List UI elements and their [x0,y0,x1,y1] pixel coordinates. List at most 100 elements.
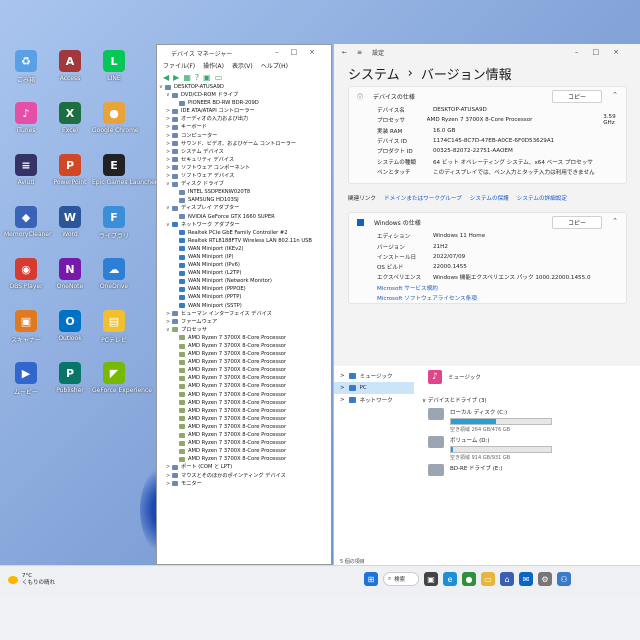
tree-node[interactable]: AMD Ryzen 7 3700X 8-Core Processor [159,423,331,431]
drives-section-heading[interactable]: ∨ デバイスとドライブ (3) [422,396,487,404]
tree-node[interactable]: AMD Ryzen 7 3700X 8-Core Processor [159,439,331,447]
tree-node[interactable]: AMD Ryzen 7 3700X 8-Core Processor [159,382,331,390]
tree-node[interactable]: WAN Miniport (PPPOE) [159,285,331,293]
windows-spec-header[interactable]: Windows の仕様 コピー ⌃ [349,213,626,231]
edge-icon[interactable]: e [443,572,457,586]
copy-button[interactable]: コピー [552,90,602,103]
tree-node[interactable]: > モニター [159,480,331,488]
desktop-icon[interactable]: X Excel [48,102,92,134]
tree-node[interactable]: > サウンド、ビデオ、およびゲーム コントローラー [159,140,331,148]
tree-node[interactable]: ∨ DESKTOP-ATUSA9D [159,83,331,91]
tree-node[interactable]: AMD Ryzen 7 3700X 8-Core Processor [159,431,331,439]
tree-node[interactable]: AMD Ryzen 7 3700X 8-Core Processor [159,350,331,358]
tree-node[interactable]: > ヒューマン インターフェイス デバイス [159,310,331,318]
device-spec-header[interactable]: ⓘ デバイスの仕様 コピー ⌃ [349,87,626,105]
tree-node[interactable]: Realtek PCIe GbE Family Controller #2 [159,229,331,237]
settings-window[interactable]: ← ≡ 設定 –□× システム › バージョン情報 ⓘ デバイスの仕様 コピー … [333,44,640,366]
tree-node[interactable]: INTEL SSDPEKNW020T8 [159,188,331,196]
chrome-icon[interactable]: ● [462,572,476,586]
file-explorer-window[interactable]: > ミュージック > PC > ネットワーク ♪ ミュージック ∨ デバイスとドライブ (… [333,366,640,565]
chevron-up-icon[interactable]: ⌃ [612,91,618,99]
tree-node[interactable]: WAN Miniport (PPTP) [159,293,331,301]
tree-node[interactable]: WAN Miniport (IKEv2) [159,245,331,253]
tree-node[interactable]: Realtek RTL8188FTV Wireless LAN 802.11n … [159,237,331,245]
weather-widget[interactable]: 7°C くもりの晴れ [8,573,55,587]
tree-node[interactable]: WAN Miniport (IP) [159,253,331,261]
window-controls[interactable]: –□× [275,48,327,56]
file-explorer-icon[interactable]: ▭ [481,572,495,586]
music-folder[interactable]: ♪ ミュージック [428,370,481,384]
settings-titlebar[interactable]: ← ≡ 設定 –□× [334,44,640,60]
nav-item[interactable]: > ミュージック [334,370,414,382]
tree-node[interactable]: > ソフトウェア デバイス [159,172,331,180]
tree-node[interactable]: AMD Ryzen 7 3700X 8-Core Processor [159,374,331,382]
chevron-right-icon[interactable]: > [340,397,345,403]
breadcrumb-root[interactable]: システム [348,64,400,83]
desktop-icon[interactable]: P Publisher [48,362,92,394]
tree-node[interactable]: > ソフトウェア コンポーネント [159,164,331,172]
tree-node[interactable]: AMD Ryzen 7 3700X 8-Core Processor [159,342,331,350]
tree-node[interactable]: > システム デバイス [159,148,331,156]
tree-node[interactable]: AMD Ryzen 7 3700X 8-Core Processor [159,358,331,366]
window-controls[interactable]: –□× [575,48,633,56]
tree-node[interactable]: AMD Ryzen 7 3700X 8-Core Processor [159,407,331,415]
forward-icon[interactable]: ▶ [173,73,179,82]
desktop-icon[interactable]: N OneNote [48,258,92,290]
tree-node[interactable]: > ファームウェア [159,318,331,326]
task-view-icon[interactable]: ▣ [424,572,438,586]
desktop-icon[interactable]: ◆ MemoryCleaner [4,206,52,238]
service-agreement-link[interactable]: Microsoft サービス規約 [349,283,626,293]
tree-node[interactable]: > IDE ATA/ATAPI コントローラー [159,107,331,115]
drive-item[interactable]: BD-RE ドライブ (E:) [428,464,558,476]
desktop-icon[interactable]: ☁ OneDrive [92,258,136,290]
link-domain[interactable]: ドメインまたはワークグループ [384,194,462,202]
settings-gear-icon[interactable]: ⚙ [538,572,552,586]
tree-node[interactable]: ∨ ディスプレイ アダプター [159,204,331,212]
hamburger-icon[interactable]: ≡ [357,49,362,56]
help-icon[interactable]: ? [195,73,199,82]
desktop-icon[interactable]: ● Google Chrome [92,102,139,134]
tree-node[interactable]: > マウスとそのほかのポインティング デバイス [159,472,331,480]
desktop-icon[interactable]: E Epic Games Launcher [92,154,157,186]
desktop-icon[interactable]: W Word [48,206,92,238]
service-agreement-label[interactable]: Microsoft サービス規約 [377,284,438,292]
tree-node[interactable]: AMD Ryzen 7 3700X 8-Core Processor [159,399,331,407]
scan-icon[interactable]: ▣ [203,73,211,82]
device-manager-titlebar[interactable]: デバイス マネージャー –□× [157,45,331,61]
desktop-icon[interactable]: ◤ GeForce Experience [92,362,152,394]
menu-view[interactable]: 表示(V) [232,61,253,71]
tree-node[interactable]: AMD Ryzen 7 3700X 8-Core Processor [159,391,331,399]
device-manager-icon[interactable]: ⚇ [557,572,571,586]
nav-item[interactable]: > ネットワーク [334,394,414,406]
device-manager-window[interactable]: デバイス マネージャー –□× ファイル(F) 操作(A) 表示(V) ヘルプ(… [156,44,332,565]
desktop-icon[interactable]: A Access [48,50,92,82]
tree-node[interactable]: > ポート (COM と LPT) [159,463,331,471]
start-icon[interactable]: ⊞ [364,572,378,586]
chevron-right-icon[interactable]: > [340,373,345,379]
tree-node[interactable]: ∨ ネットワーク アダプター [159,221,331,229]
tree-node[interactable]: AMD Ryzen 7 3700X 8-Core Processor [159,415,331,423]
tree-node[interactable]: WAN Miniport (SSTP) [159,302,331,310]
chevron-up-icon[interactable]: ⌃ [612,217,618,225]
desktop-icon[interactable]: ≡ Aviutl [4,154,48,186]
tree-node[interactable]: PIONEER BD-RW BDR-209D [159,99,331,107]
tree-node[interactable]: ∨ ディスク ドライブ [159,180,331,188]
license-link[interactable]: Microsoft ソフトウェアライセンス条項 [349,293,626,303]
desktop-icon[interactable]: ◉ OBS Player [4,258,48,290]
mail-icon[interactable]: ✉ [519,572,533,586]
tree-node[interactable]: WAN Miniport (IPv6) [159,261,331,269]
tree-node[interactable]: ∨ DVD/CD-ROM ドライブ [159,91,331,99]
properties-icon[interactable]: ▦ [183,73,191,82]
desktop-icon[interactable]: L LINE [92,50,136,82]
tree-node[interactable]: > キーボード [159,123,331,131]
license-label[interactable]: Microsoft ソフトウェアライセンス条項 [377,294,477,302]
desktop-icon[interactable]: O Outlook [48,310,92,342]
drive-item[interactable]: ローカル ディスク (C:) 空き領域 264 GB/476 GB [428,408,558,433]
link-protection[interactable]: システムの保護 [470,194,509,202]
menu-file[interactable]: ファイル(F) [163,61,195,71]
back-arrow-icon[interactable]: ← [342,49,347,56]
tree-node[interactable]: NVIDIA GeForce GTX 1660 SUPER [159,213,331,221]
desktop-icon[interactable]: F ライブラリ [92,206,136,240]
copy-button[interactable]: コピー [552,216,602,230]
nav-item[interactable]: > PC [334,382,414,394]
